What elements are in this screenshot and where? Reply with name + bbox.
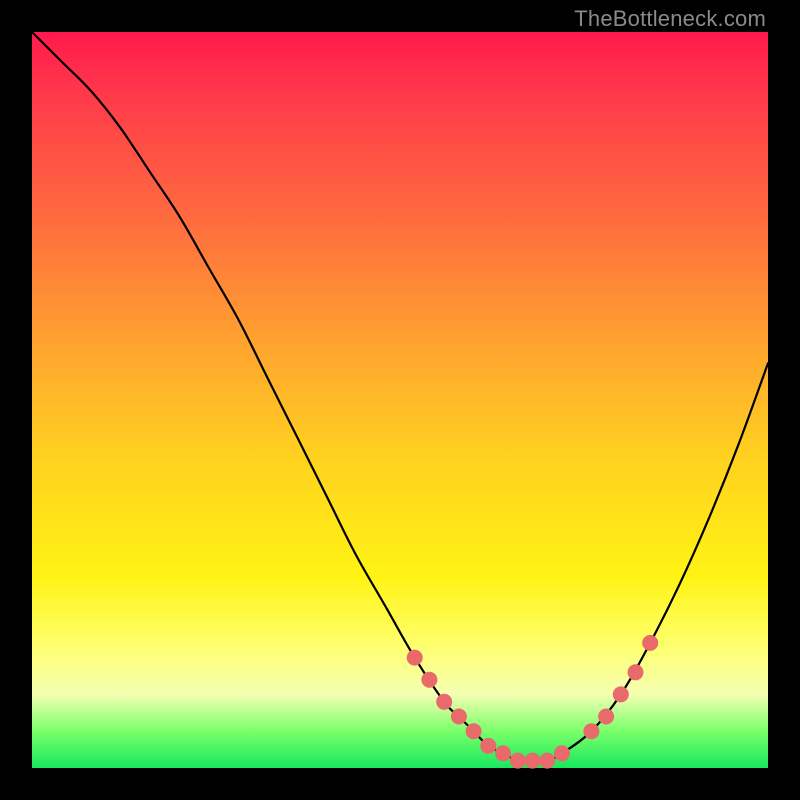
highlight-dot bbox=[554, 745, 570, 761]
attribution-text: TheBottleneck.com bbox=[574, 6, 766, 32]
highlight-dot bbox=[466, 723, 482, 739]
highlight-dot bbox=[598, 709, 614, 725]
curve-layer bbox=[32, 32, 768, 768]
highlight-dot bbox=[495, 745, 511, 761]
highlight-dot bbox=[583, 723, 599, 739]
chart-frame: TheBottleneck.com bbox=[0, 0, 800, 800]
highlight-dot bbox=[480, 738, 496, 754]
highlight-dot bbox=[628, 664, 644, 680]
gradient-plot-area bbox=[32, 32, 768, 768]
highlight-dot bbox=[525, 753, 541, 769]
highlight-dot bbox=[642, 635, 658, 651]
highlight-dot bbox=[407, 650, 423, 666]
highlight-dot bbox=[539, 753, 555, 769]
highlight-dots-group bbox=[407, 635, 659, 769]
bottleneck-curve bbox=[32, 32, 768, 761]
highlight-dot bbox=[510, 753, 526, 769]
highlight-dot bbox=[421, 672, 437, 688]
highlight-dot bbox=[451, 709, 467, 725]
highlight-dot bbox=[436, 694, 452, 710]
highlight-dot bbox=[613, 686, 629, 702]
